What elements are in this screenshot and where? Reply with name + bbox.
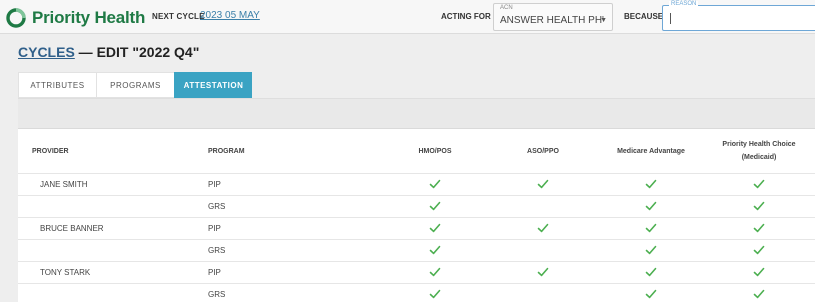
checkmark-icon[interactable]	[428, 221, 442, 235]
acn-select[interactable]: ACN ANSWER HEALTH PH' ▼	[493, 3, 613, 31]
table-row: GRS	[18, 283, 815, 302]
checkmark-icon[interactable]	[644, 221, 658, 235]
table-row: GRS	[18, 195, 815, 217]
checkmark-icon[interactable]	[428, 265, 442, 279]
brand-name: Priority Health	[32, 8, 146, 27]
provider-name: TONY STARK	[40, 268, 91, 277]
table-row: BRUCE BANNER PIP	[18, 217, 815, 239]
page-title: CYCLES — EDIT "2022 Q4"	[18, 44, 199, 60]
program-name: GRS	[208, 290, 226, 299]
column-header-aso-ppo: ASO/PPO	[527, 147, 559, 155]
table-row: JANE SMITH PIP	[18, 173, 815, 195]
priority-health-logo-icon	[6, 8, 26, 28]
reason-input[interactable]: REASON	[662, 1, 815, 31]
program-name: GRS	[208, 202, 226, 211]
checkmark-icon[interactable]	[752, 221, 766, 235]
acn-caption: ACN	[500, 5, 513, 11]
reason-caption: REASON	[669, 1, 699, 7]
provider-name: JANE SMITH	[40, 180, 88, 189]
checkmark-icon[interactable]	[644, 265, 658, 279]
column-header-medicare-advantage: Medicare Advantage	[617, 147, 685, 155]
checkmark-icon[interactable]	[644, 287, 658, 301]
column-header-hmo-pos: HMO/POS	[418, 147, 452, 155]
chevron-down-icon: ▼	[600, 17, 607, 24]
panel-toolbar	[18, 98, 815, 128]
checkmark-icon[interactable]	[752, 199, 766, 213]
checkmark-icon[interactable]	[428, 199, 442, 213]
checkmark-icon[interactable]	[536, 177, 550, 191]
breadcrumb-cycles-link[interactable]: CYCLES	[18, 44, 75, 60]
checkmark-icon[interactable]	[428, 243, 442, 257]
table-row: GRS	[18, 239, 815, 261]
acn-selected-value: ANSWER HEALTH PH'	[500, 15, 604, 26]
acting-for-label: ACTING FOR	[441, 12, 491, 21]
table-row: TONY STARK PIP	[18, 261, 815, 283]
tab-attestation[interactable]: ATTESTATION	[174, 72, 252, 98]
column-header-phc-line1: Priority Health Choice	[722, 141, 796, 148]
program-name: PIP	[208, 268, 221, 277]
column-header-program: PROGRAM	[208, 147, 245, 155]
next-cycle-label: NEXT CYCLE	[152, 12, 205, 21]
checkmark-icon[interactable]	[644, 199, 658, 213]
program-name: PIP	[208, 180, 221, 189]
tab-programs[interactable]: PROGRAMS	[96, 72, 174, 98]
checkmark-icon[interactable]	[644, 177, 658, 191]
column-header-priority-health-choice: Priority Health Choice (Medicaid)	[704, 129, 814, 173]
column-header-provider: PROVIDER	[32, 147, 69, 155]
checkmark-icon[interactable]	[752, 177, 766, 191]
checkmark-icon[interactable]	[752, 243, 766, 257]
checkmark-icon[interactable]	[536, 265, 550, 279]
page-title-text: — EDIT "2022 Q4"	[74, 44, 200, 60]
checkmark-icon[interactable]	[428, 177, 442, 191]
checkmark-icon[interactable]	[752, 287, 766, 301]
tab-bar: ATTRIBUTES PROGRAMS ATTESTATION	[18, 72, 252, 98]
provider-name: BRUCE BANNER	[40, 224, 104, 233]
top-bar: Priority Health NEXT CYCLE 2023 05 MAY A…	[0, 0, 815, 34]
brand-logo[interactable]: Priority Health	[6, 6, 145, 30]
text-cursor	[670, 13, 671, 24]
checkmark-icon[interactable]	[428, 287, 442, 301]
checkmark-icon[interactable]	[536, 221, 550, 235]
program-name: PIP	[208, 224, 221, 233]
checkmark-icon[interactable]	[644, 243, 658, 257]
column-header-phc-line2: (Medicaid)	[741, 154, 777, 161]
next-cycle-link[interactable]: 2023 05 MAY	[200, 10, 260, 21]
tab-attributes[interactable]: ATTRIBUTES	[18, 72, 96, 98]
because-label: BECAUSE	[624, 12, 664, 21]
attestation-table: PROVIDER PROGRAM HMO/POS ASO/PPO Medicar…	[18, 128, 815, 302]
checkmark-icon[interactable]	[752, 265, 766, 279]
program-name: GRS	[208, 246, 226, 255]
